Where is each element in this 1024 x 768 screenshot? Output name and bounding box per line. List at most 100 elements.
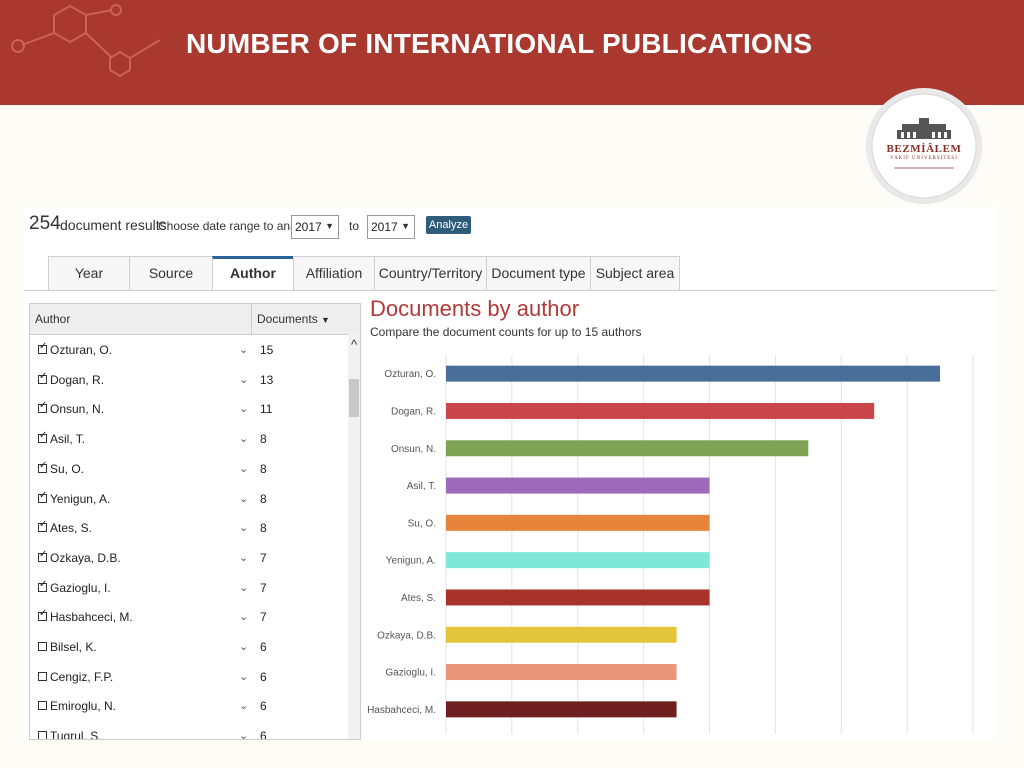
- tab-author[interactable]: Author: [212, 256, 294, 291]
- author-row[interactable]: Emiroglu, N. ⌄ 6: [30, 694, 348, 723]
- author-name: Dogan, R.: [50, 372, 105, 387]
- author-row[interactable]: Tugrul, S. ⌄ 6: [30, 724, 348, 740]
- scroll-up-icon[interactable]: ^: [348, 337, 360, 352]
- author-doc-count: 11: [260, 402, 273, 417]
- bar: [446, 440, 809, 457]
- author-checkbox[interactable]: [38, 671, 47, 681]
- to-year-select[interactable]: 2017 ▼: [367, 215, 415, 239]
- check-icon: ✓: [39, 489, 48, 501]
- from-year-select[interactable]: 2017 ▼: [291, 215, 339, 239]
- y-category-label: Dogan, R.: [391, 406, 436, 417]
- author-checkbox[interactable]: [38, 642, 47, 651]
- chevron-down-icon[interactable]: ⌄: [239, 581, 248, 594]
- tab-subject-area[interactable]: Subject area: [590, 256, 680, 290]
- tab-country-territory[interactable]: Country/Territory: [374, 256, 487, 290]
- chart-title: Documents by author: [370, 296, 580, 321]
- author-name: Gazioglu, I.: [50, 580, 111, 595]
- author-name: Onsun, N.: [50, 402, 105, 417]
- to-label: to: [349, 219, 360, 233]
- author-name: Hasbahceci, M.: [50, 610, 133, 625]
- check-icon: ✓: [39, 459, 48, 471]
- author-row[interactable]: Bilsel, K. ⌄ 6: [30, 635, 348, 664]
- author-doc-count: 15: [260, 343, 274, 357]
- chevron-down-icon[interactable]: ⌄: [239, 343, 248, 356]
- bar: [446, 477, 710, 494]
- chevron-down-icon[interactable]: ⌄: [239, 551, 248, 564]
- author-name: Ozkaya, D.B.: [50, 550, 121, 565]
- chevron-down-icon[interactable]: ⌄: [239, 432, 248, 445]
- dropdown-arrow-icon: ▼: [401, 221, 410, 231]
- author-doc-count: 7: [260, 610, 267, 625]
- author-row[interactable]: ✓ Dogan, R. ⌄ 13: [30, 368, 348, 397]
- tabs-divider: [24, 290, 996, 291]
- author-row[interactable]: ✓ Ates, S. ⌄ 8: [30, 516, 348, 545]
- y-category-label: Ates, S.: [401, 593, 436, 604]
- y-category-label: Hasbahceci, M.: [367, 705, 436, 716]
- slide-title: NUMBER OF INTERNATIONAL PUBLICATIONS: [186, 28, 813, 59]
- author-row[interactable]: ✓ Hasbahceci, M. ⌄ 7: [30, 605, 348, 634]
- author-row[interactable]: ✓ Ozturan, O. ⌄ 15: [30, 338, 348, 367]
- author-doc-count: 8: [260, 432, 267, 447]
- author-checkbox[interactable]: [38, 731, 47, 739]
- university-logo: BEZMİÂLEM VAKIF ÜNİVERSİTESİ: [864, 86, 984, 206]
- author-row[interactable]: ✓ Ozkaya, D.B. ⌄ 7: [30, 546, 348, 575]
- author-doc-count: 7: [260, 580, 267, 595]
- check-icon: ✓: [39, 519, 48, 531]
- dropdown-arrow-icon: ▼: [325, 221, 334, 231]
- chevron-down-icon[interactable]: ⌄: [239, 373, 248, 386]
- chevron-down-icon[interactable]: ⌄: [239, 670, 248, 683]
- scrollbar-thumb[interactable]: [349, 379, 359, 417]
- bar: [446, 701, 677, 718]
- check-icon: ✓: [39, 430, 48, 442]
- bar: [446, 365, 941, 382]
- analyze-button[interactable]: Analyze: [426, 216, 471, 234]
- y-category-label: Asil, T.: [407, 481, 436, 492]
- tab-year[interactable]: Year: [48, 256, 130, 290]
- bar: [446, 664, 677, 681]
- y-category-label: Gazioglu, I.: [385, 668, 436, 679]
- from-year-value: 2017: [295, 220, 322, 234]
- logo-subtitle: VAKIF ÜNİVERSİTESİ: [890, 156, 958, 161]
- check-icon: ✓: [39, 548, 48, 560]
- analysis-screenshot: 254 document results Choose date range t…: [24, 207, 996, 740]
- chevron-down-icon[interactable]: ⌄: [239, 640, 248, 653]
- author-row[interactable]: ✓ Su, O. ⌄ 8: [30, 457, 348, 486]
- check-icon: ✓: [39, 578, 48, 590]
- chevron-down-icon[interactable]: ⌄: [239, 492, 248, 505]
- author-doc-count: 6: [260, 729, 267, 740]
- author-row[interactable]: ✓ Yenigun, A. ⌄ 8: [30, 487, 348, 516]
- tab-source[interactable]: Source: [129, 256, 213, 290]
- documents-column-header[interactable]: Documents ▼: [257, 312, 330, 326]
- author-list-scrollbar[interactable]: ^: [348, 334, 360, 739]
- author-doc-count: 6: [260, 699, 267, 714]
- chevron-down-icon[interactable]: ⌄: [239, 699, 248, 712]
- chevron-down-icon[interactable]: ⌄: [239, 521, 248, 534]
- author-row[interactable]: ✓ Gazioglu, I. ⌄ 7: [30, 576, 348, 605]
- chevron-down-icon[interactable]: ⌄: [239, 402, 248, 415]
- author-row[interactable]: ✓ Asil, T. ⌄ 8: [30, 427, 348, 456]
- author-doc-count: 7: [260, 550, 267, 565]
- chevron-down-icon[interactable]: ⌄: [239, 462, 248, 475]
- check-icon: ✓: [39, 341, 48, 352]
- y-category-label: Ozturan, O.: [384, 369, 436, 380]
- author-doc-count: 6: [260, 640, 267, 654]
- column-divider: [251, 304, 252, 334]
- chevron-down-icon[interactable]: ⌄: [239, 729, 248, 739]
- author-doc-count: 8: [260, 491, 267, 506]
- tab-affiliation[interactable]: Affiliation: [293, 256, 375, 290]
- tab-document-type[interactable]: Document type: [486, 256, 591, 290]
- author-table-header: Author Documents ▼: [30, 304, 360, 335]
- author-column-header[interactable]: Author: [35, 312, 70, 326]
- author-row[interactable]: Cengiz, F.P. ⌄ 6: [30, 665, 348, 694]
- sort-desc-icon: ▼: [321, 315, 330, 325]
- bar: [446, 514, 710, 531]
- author-doc-count: 13: [260, 372, 274, 387]
- check-icon: ✓: [39, 400, 48, 412]
- author-checkbox[interactable]: [38, 701, 47, 711]
- logo-wordmark: BEZMİÂLEM: [886, 143, 962, 155]
- y-category-label: Ozkaya, D.B.: [377, 630, 436, 641]
- chevron-down-icon[interactable]: ⌄: [239, 610, 248, 623]
- author-name: Ates, S.: [50, 521, 93, 536]
- author-row[interactable]: ✓ Onsun, N. ⌄ 11: [30, 397, 348, 426]
- author-name: Cengiz, F.P.: [50, 669, 114, 684]
